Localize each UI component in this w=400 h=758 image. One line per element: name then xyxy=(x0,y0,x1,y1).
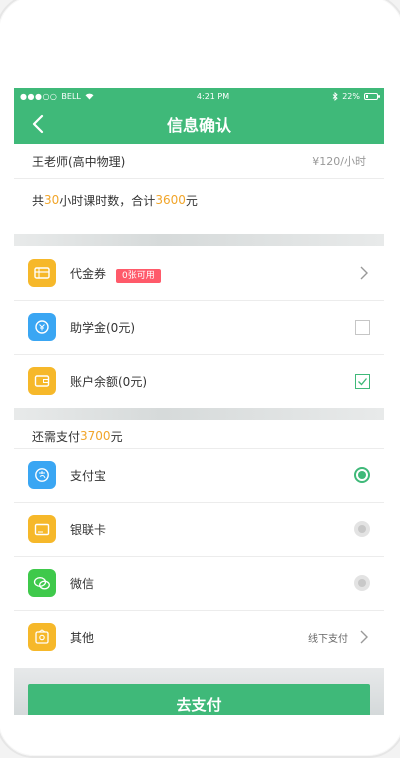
balance-checkbox[interactable] xyxy=(355,373,370,389)
discount-scholarship-row[interactable]: 助学金(0元) xyxy=(14,300,384,354)
bluetooth-icon xyxy=(332,91,338,101)
wechat-radio[interactable] xyxy=(354,575,370,591)
voucher-icon xyxy=(28,259,56,287)
signal-icon: ●●●○○ xyxy=(20,91,58,101)
teacher-row: 王老师(高中物理) ¥120/小时 xyxy=(14,144,384,178)
page-title: 信息确认 xyxy=(166,116,231,135)
status-right: 22% xyxy=(332,91,380,101)
alipay-label: 支付宝 xyxy=(70,468,107,483)
status-time: 4:21 PM xyxy=(196,91,230,101)
chevron-right-icon xyxy=(360,266,368,280)
summary-total: 3600 xyxy=(155,193,186,207)
scholarship-checkbox[interactable] xyxy=(355,319,370,335)
checkmark-icon xyxy=(358,377,367,385)
section-gap xyxy=(14,234,384,246)
remaining-suffix: 元 xyxy=(110,429,123,444)
other-pay-icon xyxy=(28,623,56,651)
payment-unionpay-row[interactable]: 银联卡 xyxy=(14,502,384,556)
summary-hours: 30 xyxy=(44,193,60,207)
battery-fill xyxy=(365,94,368,98)
wallet-icon xyxy=(28,367,56,395)
alipay-radio[interactable] xyxy=(354,467,370,483)
app-screen: ●●●○○ BELL 4:21 PM 22% 信息确认 王老师(高中物理) ¥1… xyxy=(14,88,384,715)
voucher-label: 代金券 xyxy=(70,266,107,281)
scholarship-icon xyxy=(28,313,56,341)
carrier-label: BELL xyxy=(61,91,81,101)
offline-payment-note: 线下支付 xyxy=(308,633,348,645)
discount-voucher-row[interactable]: 代金券 0张可用 xyxy=(14,246,384,300)
chevron-right-icon xyxy=(360,630,368,644)
order-summary: 共 30 小时课时数，合计 3600 元 xyxy=(14,178,384,222)
payment-other-row[interactable]: 其他 线下支付 xyxy=(14,610,384,664)
summary-suffix: 元 xyxy=(185,193,198,208)
voucher-badge: 0张可用 xyxy=(116,268,161,283)
teacher-name: 王老师(高中物理) xyxy=(32,154,126,169)
remaining-amount: 3700 xyxy=(80,429,111,443)
balance-label: 账户余额(0元) xyxy=(70,374,147,389)
back-arrow-icon[interactable] xyxy=(28,113,48,135)
phone-mockup: ●●●○○ BELL 4:21 PM 22% 信息确认 王老师(高中物理) ¥1… xyxy=(0,0,400,758)
payment-alipay-row[interactable]: 支付宝 xyxy=(14,448,384,502)
other-pay-label: 其他 xyxy=(70,630,95,645)
nav-bar: 信息确认 xyxy=(14,104,384,144)
unionpay-radio[interactable] xyxy=(354,521,370,537)
status-left: ●●●○○ BELL xyxy=(20,92,94,101)
alipay-icon xyxy=(28,461,56,489)
remaining-prefix: 还需支付 xyxy=(32,429,81,444)
pay-button[interactable]: 去支付 xyxy=(28,684,370,715)
status-bar: ●●●○○ BELL 4:21 PM 22% xyxy=(14,88,384,104)
battery-percent: 22% xyxy=(342,91,360,101)
wechat-label: 微信 xyxy=(70,576,95,591)
unionpay-label: 银联卡 xyxy=(70,522,107,537)
discount-balance-row[interactable]: 账户余额(0元) xyxy=(14,354,384,408)
wechat-icon xyxy=(28,569,56,597)
scholarship-label: 助学金(0元) xyxy=(70,320,135,335)
summary-prefix: 共 xyxy=(32,193,45,208)
bank-card-icon xyxy=(28,515,56,543)
discount-label: 代金券 0张可用 xyxy=(70,265,358,283)
wifi-icon xyxy=(85,93,94,99)
summary-middle: 小时课时数，合计 xyxy=(59,193,156,208)
battery-icon xyxy=(363,92,380,100)
hourly-price: ¥120/小时 xyxy=(312,155,366,168)
payment-wechat-row[interactable]: 微信 xyxy=(14,556,384,610)
